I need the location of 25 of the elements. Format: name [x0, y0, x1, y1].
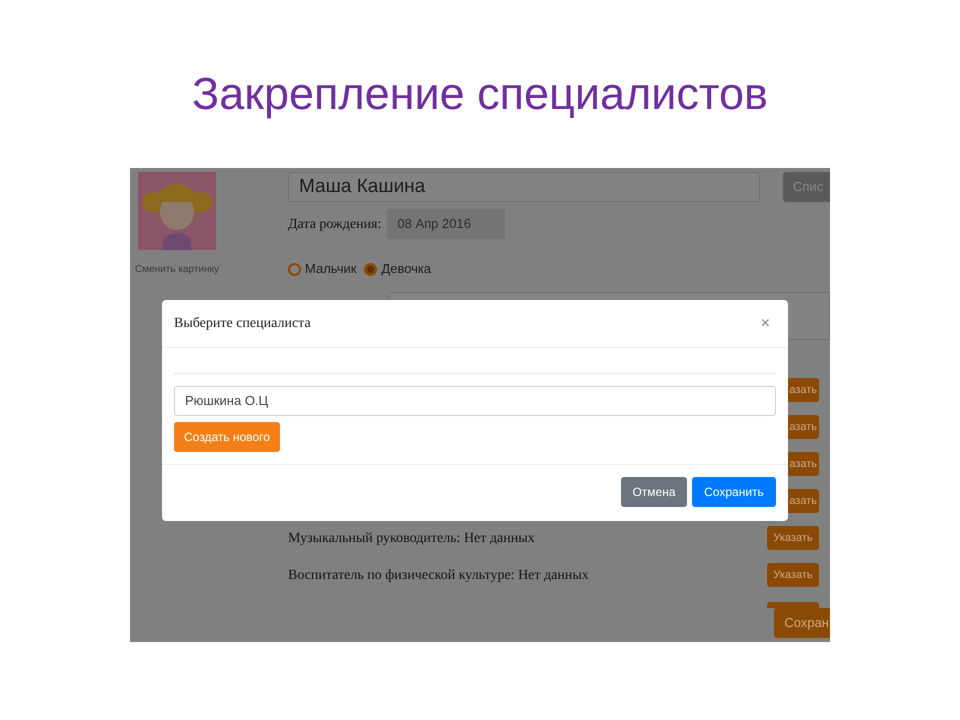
specialist-text: Музыкальный руководитель: Нет данных	[288, 530, 535, 548]
cancel-button[interactable]: Отмена	[621, 477, 687, 507]
birth-date-label: Дата рождения:	[288, 216, 382, 234]
specify-button[interactable]: азать	[788, 489, 819, 513]
specialist-input[interactable]: Рюшкина О.Ц	[174, 386, 776, 416]
gender-label: Мальчик	[305, 260, 356, 278]
name-field[interactable]: Маша Кашина	[288, 172, 760, 202]
specify-button[interactable]	[767, 602, 819, 608]
create-new-button[interactable]: Создать нового	[174, 422, 280, 452]
specialist-text: Воспитатель по физической культуре: Нет данных	[288, 566, 589, 584]
save-button[interactable]: Сохран	[774, 608, 830, 638]
specify-button[interactable]: азать	[788, 378, 819, 402]
radio-button[interactable]	[288, 262, 301, 276]
change-picture-link[interactable]: Сменить картинку	[135, 262, 220, 277]
close-button[interactable]: ×	[760, 316, 770, 332]
save-button[interactable]: Сохранить	[692, 477, 776, 507]
gender-label: Девочка	[381, 260, 432, 278]
specify-button[interactable]: Указать	[767, 526, 819, 550]
slide-title: Закрепление специалистов	[192, 67, 768, 121]
specify-button[interactable]: азать	[788, 415, 819, 439]
modal-title: Выберите специалиста	[174, 315, 311, 333]
specify-button[interactable]: азать	[788, 452, 819, 476]
radio-button[interactable]	[364, 262, 378, 276]
specify-button[interactable]: Указать	[767, 563, 819, 587]
birth-date-field[interactable]: 08 Апр 2016	[387, 209, 506, 239]
